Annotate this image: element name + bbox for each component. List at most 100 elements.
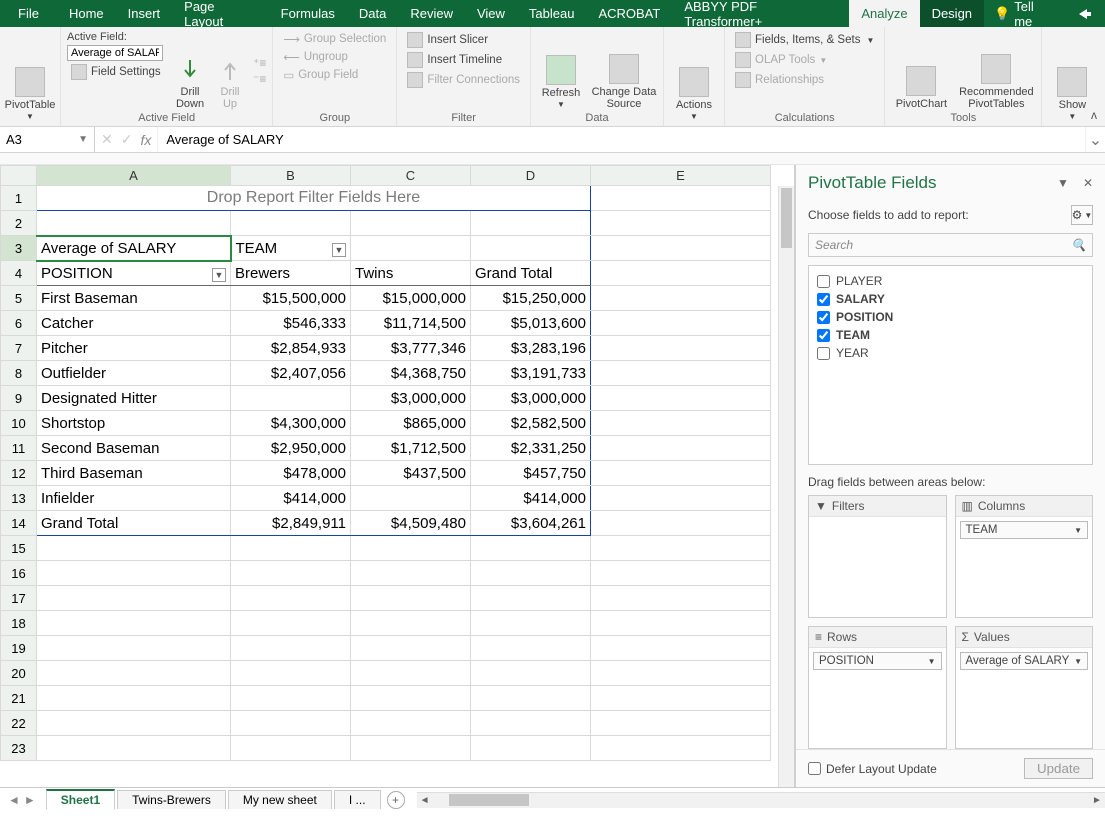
cell[interactable] [591,711,771,736]
cell[interactable] [591,211,771,236]
col-header-E[interactable]: E [591,166,771,186]
row-header[interactable]: 10 [1,411,37,436]
cell[interactable] [231,561,351,586]
cell[interactable] [471,536,591,561]
cell[interactable]: Brewers [231,261,351,286]
cell[interactable] [591,686,771,711]
cell[interactable] [37,711,231,736]
row-header[interactable]: 14 [1,511,37,536]
col-header-C[interactable]: C [351,166,471,186]
cell[interactable]: $457,750 [471,461,591,486]
area-rows-item[interactable]: POSITION▼ [813,652,942,670]
field-settings-button[interactable]: Field Settings [67,63,167,81]
row-header[interactable]: 16 [1,561,37,586]
tab-acrobat[interactable]: ACROBAT [586,0,672,27]
row-header[interactable]: 12 [1,461,37,486]
cell[interactable] [591,611,771,636]
cell[interactable]: $2,854,933 [231,336,351,361]
cell[interactable]: Grand Total [37,511,231,536]
fx-button[interactable]: fx [140,132,151,148]
cell[interactable]: $15,500,000 [231,286,351,311]
cell[interactable]: $546,333 [231,311,351,336]
cell[interactable]: $4,509,480 [351,511,471,536]
row-header[interactable]: 18 [1,611,37,636]
cell[interactable] [591,561,771,586]
cell[interactable] [471,611,591,636]
cell[interactable] [351,736,471,761]
cell[interactable]: POSITION▼ [37,261,231,286]
cell[interactable] [591,411,771,436]
cell[interactable] [37,686,231,711]
pivottable-button[interactable]: PivotTable ▼ [6,31,54,122]
cell[interactable]: $2,582,500 [471,411,591,436]
cell[interactable] [351,636,471,661]
cell[interactable] [591,486,771,511]
cell[interactable]: $4,368,750 [351,361,471,386]
cell[interactable] [37,561,231,586]
field-player[interactable]: PLAYER [813,272,1088,290]
row-header[interactable]: 15 [1,536,37,561]
cell[interactable]: $15,250,000 [471,286,591,311]
cell[interactable]: $11,714,500 [351,311,471,336]
cell[interactable] [471,686,591,711]
cell[interactable]: $3,777,346 [351,336,471,361]
cell[interactable]: $4,300,000 [231,411,351,436]
cell[interactable] [37,636,231,661]
filter-connections-button[interactable]: Filter Connections [403,71,524,89]
cell[interactable] [351,611,471,636]
cell[interactable] [231,586,351,611]
sheet-tab-1[interactable]: Sheet1 [46,789,115,810]
cell[interactable]: $1,712,500 [351,436,471,461]
col-header-A[interactable]: A [37,166,231,186]
cell[interactable] [591,361,771,386]
cell[interactable]: TEAM▼ [231,236,351,261]
cell[interactable]: $5,013,600 [471,311,591,336]
field-year[interactable]: YEAR [813,344,1088,362]
update-button[interactable]: Update [1024,758,1093,779]
expand-formula-bar-button[interactable]: ⌄ [1085,127,1105,152]
cell[interactable]: $3,604,261 [471,511,591,536]
cell[interactable] [37,611,231,636]
recommended-pt-button[interactable]: Recommended PivotTables [957,31,1035,110]
cell[interactable] [471,211,591,236]
tab-home[interactable]: Home [57,0,116,27]
cell[interactable] [591,586,771,611]
cell[interactable] [351,536,471,561]
pane-dropdown-button[interactable]: ▼ [1057,176,1069,190]
select-all-cell[interactable] [1,166,37,186]
area-columns[interactable]: ▥Columns TEAM▼ [955,495,1094,618]
cell[interactable]: $2,407,056 [231,361,351,386]
horizontal-scrollbar[interactable]: ◄► [417,792,1105,808]
team-filter-button[interactable]: ▼ [332,243,346,257]
cell[interactable]: Outfielder [37,361,231,386]
spreadsheet-grid[interactable]: A B C D E 1Drop Report Filter Fields Her… [0,165,795,787]
cell[interactable]: $3,283,196 [471,336,591,361]
cell[interactable] [351,211,471,236]
cell[interactable] [231,211,351,236]
tab-page-layout[interactable]: Page Layout [172,0,269,27]
col-header-D[interactable]: D [471,166,591,186]
cell[interactable] [351,236,471,261]
cell[interactable] [471,736,591,761]
cell[interactable]: Infielder [37,486,231,511]
tab-formulas[interactable]: Formulas [269,0,347,27]
tab-tableau[interactable]: Tableau [517,0,587,27]
cell[interactable] [351,661,471,686]
row-header[interactable]: 8 [1,361,37,386]
change-data-source-button[interactable]: Change Data Source [591,31,657,110]
cell[interactable]: Designated Hitter [37,386,231,411]
cell[interactable]: Shortstop [37,411,231,436]
cell[interactable] [351,586,471,611]
row-header[interactable]: 19 [1,636,37,661]
row-header[interactable]: 13 [1,486,37,511]
tab-data[interactable]: Data [347,0,398,27]
cell[interactable] [591,736,771,761]
cell[interactable] [591,436,771,461]
row-header[interactable]: 21 [1,686,37,711]
field-search-input[interactable]: Search 🔍 [808,233,1093,257]
olap-tools-button[interactable]: OLAP Tools ▼ [731,51,878,69]
row-header[interactable]: 20 [1,661,37,686]
cell[interactable] [351,486,471,511]
area-filters[interactable]: ▼Filters [808,495,947,618]
pane-settings-button[interactable]: ⚙▼ [1071,205,1093,225]
